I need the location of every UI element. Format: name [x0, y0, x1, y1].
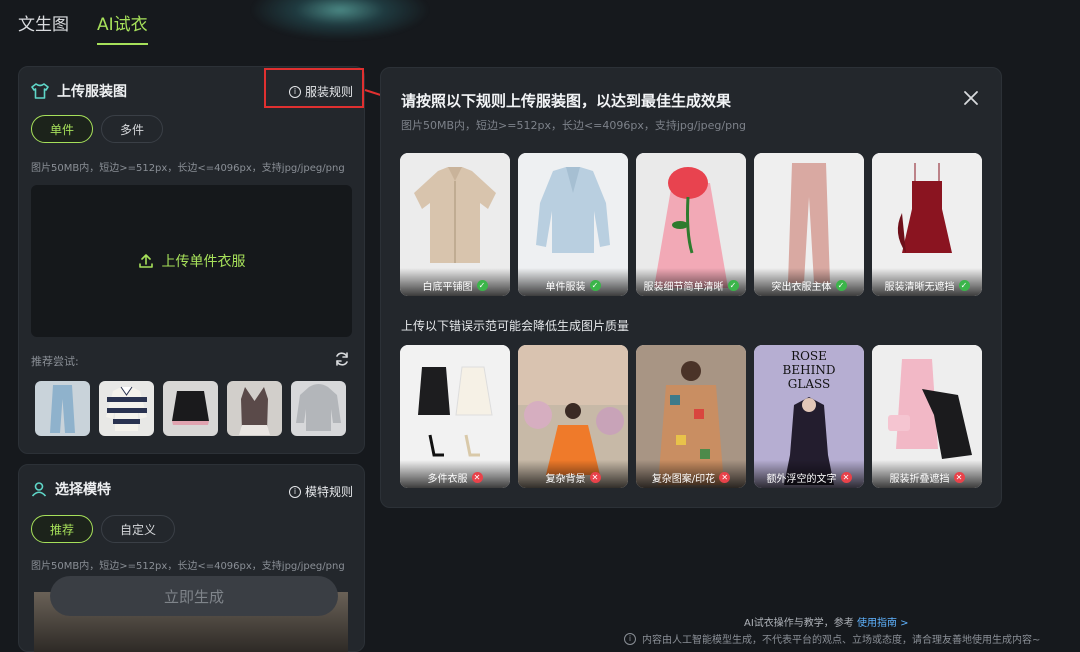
thumb-grey-hoodie[interactable]	[291, 381, 346, 436]
garment-dropzone[interactable]: 上传单件衣服	[31, 185, 352, 337]
upload-hint: 图片50MB内，短边>=512px，长边<=4096px，支持jpg/jpeg/…	[31, 163, 345, 174]
good-example-card: 突出衣服主体 ✓	[754, 153, 864, 296]
garment-mode-toggle: 单件 多件	[31, 115, 164, 143]
info-icon: i	[289, 485, 301, 498]
upload-panel-title-text: 上传服装图	[57, 84, 127, 100]
footer-disclaimer: i 内容由人工智能模型生成，不代表平台的观点、立场或态度，请合理友善地使用生成内…	[624, 631, 1040, 646]
thumb-striped-sweater[interactable]	[99, 381, 154, 436]
model-panel-title-text: 选择模特	[55, 482, 111, 498]
cross-icon: ✕	[589, 471, 601, 483]
thumb-vest-top[interactable]	[227, 381, 282, 436]
caption-text: 单件服装	[545, 281, 586, 293]
mode-custom-button[interactable]: 自定义	[101, 515, 176, 543]
info-icon: i	[624, 632, 636, 645]
good-example-card: 服装细节简单清晰 ✓	[636, 153, 746, 296]
check-icon: ✓	[727, 279, 739, 291]
poster-text-line: GLASS	[788, 377, 830, 391]
check-icon: ✓	[589, 279, 601, 291]
generate-button[interactable]: 立即生成	[50, 576, 338, 616]
top-tabs: 文生图 AI试衣	[18, 10, 148, 45]
example-caption: 多件衣服 ✕	[400, 460, 510, 488]
thumb-black-skirt[interactable]	[163, 381, 218, 436]
example-caption: 白底平铺图 ✓	[400, 268, 510, 296]
tab-text-to-image[interactable]: 文生图	[18, 10, 69, 45]
thumb-jeans[interactable]	[35, 381, 90, 436]
bad-examples-title: 上传以下错误示范可能会降低生成图片质量	[401, 319, 630, 333]
caption-text: 复杂背景	[545, 473, 586, 485]
mode-single-button[interactable]: 单件	[31, 115, 94, 143]
footer-guide: AI试衣操作与教学，参考 使用指南 >	[744, 614, 909, 629]
upload-icon	[138, 254, 153, 268]
refresh-icon[interactable]	[334, 351, 350, 367]
example-caption: 突出衣服主体 ✓	[754, 268, 864, 296]
good-example-card: 服装清晰无遮挡 ✓	[872, 153, 982, 296]
bad-examples-row: 多件衣服 ✕ 复杂背景 ✕ 复杂图案/印花 ✕ ROSE BEHIND GLAS…	[400, 345, 982, 488]
good-examples-row: 白底平铺图 ✓ 单件服装 ✓ 服装细节简单清晰 ✓ 突出衣服主体 ✓ 服装清晰无…	[400, 153, 982, 296]
cross-icon: ✕	[719, 471, 731, 483]
recommend-label: 推荐尝试:	[31, 355, 79, 368]
model-hint: 图片50MB内，短边>=512px，长边<=4096px，支持jpg/jpeg/…	[31, 561, 345, 572]
upload-panel-title: 上传服装图	[31, 81, 127, 101]
example-caption: 服装折叠遮挡 ✕	[872, 460, 982, 488]
example-caption: 单件服装 ✓	[518, 268, 628, 296]
caption-text: 服装清晰无遮挡	[884, 281, 955, 293]
poster-text-line: ROSE	[791, 349, 827, 363]
model-panel-title: 选择模特	[31, 479, 111, 499]
example-caption: 复杂图案/印花 ✕	[636, 460, 746, 488]
model-rules-label: 模特规则	[305, 485, 354, 499]
example-caption: 服装细节简单清晰 ✓	[636, 268, 746, 296]
cross-icon: ✕	[953, 471, 965, 483]
caption-text: 白底平铺图	[422, 281, 473, 293]
caption-text: 服装折叠遮挡	[889, 473, 950, 485]
check-icon: ✓	[958, 279, 970, 291]
caption-text: 突出衣服主体	[771, 281, 832, 293]
caption-text: 额外浮空的文字	[766, 473, 837, 485]
garment-rules-dialog: 请按照以下规则上传服装图，以达到最佳生成效果 图片50MB内，短边>=512px…	[380, 67, 1002, 508]
upload-garment-panel: 上传服装图 i 服装规则 单件 多件 图片50MB内，短边>=512px，长边<…	[18, 66, 365, 454]
check-icon: ✓	[476, 279, 488, 291]
bad-example-card: 服装折叠遮挡 ✕	[872, 345, 982, 488]
footer-guide-text: AI试衣操作与教学，参考	[744, 618, 854, 629]
cross-icon: ✕	[840, 471, 852, 483]
tab-ai-try-on[interactable]: AI试衣	[97, 10, 148, 45]
dialog-subtitle: 图片50MB内，短边>=512px，长边<=4096px，支持jpg/jpeg/…	[401, 119, 747, 132]
model-mode-toggle: 推荐 自定义	[31, 515, 176, 543]
model-rules-link[interactable]: i 模特规则	[289, 483, 353, 500]
bad-example-card: 复杂背景 ✕	[518, 345, 628, 488]
poster-text-line: BEHIND	[783, 363, 836, 377]
check-icon: ✓	[835, 279, 847, 291]
bad-example-card: ROSE BEHIND GLASS 额外浮空的文字 ✕	[754, 345, 864, 488]
rule-highlight-box	[264, 68, 364, 108]
example-caption: 额外浮空的文字 ✕	[754, 460, 864, 488]
caption-text: 服装细节简单清晰	[643, 281, 724, 293]
shirt-icon	[31, 83, 49, 99]
bad-example-card: 多件衣服 ✕	[400, 345, 510, 488]
disclaimer-text: 内容由人工智能模型生成，不代表平台的观点、立场或态度，请合理友善地使用生成内容~	[642, 635, 1041, 646]
mode-recommended-button[interactable]: 推荐	[31, 515, 94, 543]
close-icon[interactable]	[963, 90, 979, 106]
cross-icon: ✕	[471, 471, 483, 483]
dialog-title: 请按照以下规则上传服装图，以达到最佳生成效果	[401, 92, 732, 110]
good-example-card: 单件服装 ✓	[518, 153, 628, 296]
bad-example-card: 复杂图案/印花 ✕	[636, 345, 746, 488]
example-caption: 复杂背景 ✕	[518, 460, 628, 488]
dropzone-label: 上传单件衣服	[161, 254, 246, 270]
good-example-card: 白底平铺图 ✓	[400, 153, 510, 296]
example-caption: 服装清晰无遮挡 ✓	[872, 268, 982, 296]
recommended-thumbnails	[35, 381, 346, 436]
caption-text: 复杂图案/印花	[651, 473, 716, 485]
user-icon	[31, 482, 47, 497]
usage-guide-link[interactable]: 使用指南 >	[857, 618, 909, 629]
caption-text: 多件衣服	[427, 473, 468, 485]
mode-multiple-button[interactable]: 多件	[101, 115, 164, 143]
header-glow	[250, 0, 430, 40]
